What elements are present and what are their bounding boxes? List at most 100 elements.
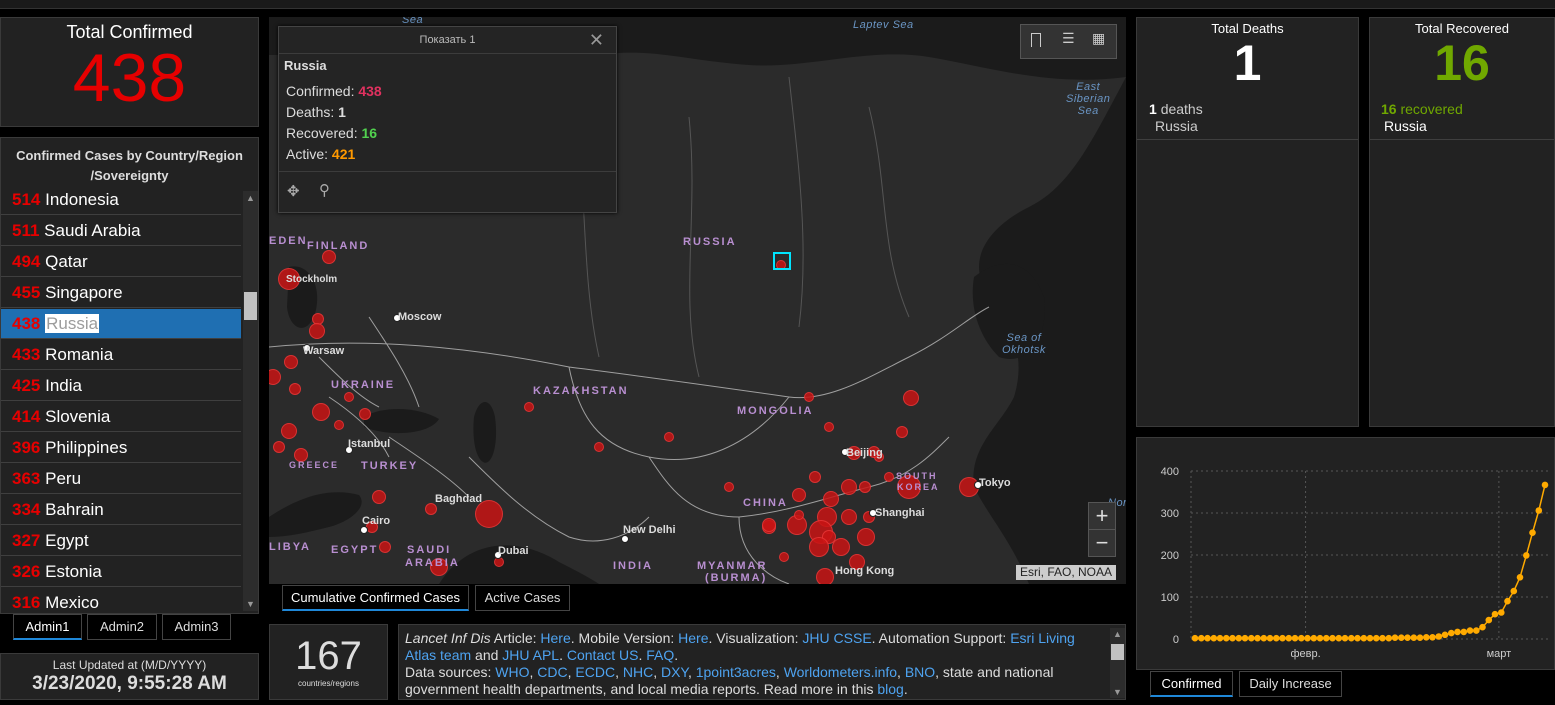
tab-daily-increase[interactable]: Daily Increase xyxy=(1239,671,1342,697)
case-marker[interactable] xyxy=(859,481,871,493)
link-cdc[interactable]: CDC xyxy=(537,664,567,680)
case-marker[interactable] xyxy=(809,471,821,483)
case-marker[interactable] xyxy=(823,491,839,507)
case-marker[interactable] xyxy=(322,250,336,264)
list-item-singapore[interactable]: 455 Singapore xyxy=(1,278,241,308)
list-item-mexico[interactable]: 316 Mexico xyxy=(1,588,241,613)
list-item-qatar[interactable]: 494 Qatar xyxy=(1,247,241,277)
link-jhu-csse[interactable]: JHU CSSE xyxy=(802,630,871,646)
case-marker[interactable] xyxy=(804,392,814,402)
list-item-egypt[interactable]: 327 Egypt xyxy=(1,526,241,556)
scroll-thumb[interactable] xyxy=(244,292,257,320)
info-scrollbar[interactable]: ▲ ▼ xyxy=(1110,628,1125,698)
case-marker[interactable] xyxy=(896,426,908,438)
case-marker[interactable] xyxy=(794,510,804,520)
case-marker[interactable] xyxy=(359,408,371,420)
close-icon[interactable]: ✕ xyxy=(589,27,604,53)
link-dxy[interactable]: DXY xyxy=(661,664,688,680)
list-item-slovenia[interactable]: 414 Slovenia xyxy=(1,402,241,432)
label-siberian: Siberian xyxy=(1066,93,1111,105)
list-item-bahrain[interactable]: 334 Bahrain xyxy=(1,495,241,525)
link-nhc[interactable]: NHC xyxy=(623,664,653,680)
deaths-country: Russia xyxy=(1155,118,1198,134)
link-contact-us[interactable]: Contact US xyxy=(567,647,639,663)
case-marker[interactable] xyxy=(594,442,604,452)
case-marker[interactable] xyxy=(779,552,789,562)
qr-icon[interactable]: ▦ xyxy=(1092,30,1105,47)
list-item-russia[interactable]: 438 Russia xyxy=(1,309,241,339)
case-marker[interactable] xyxy=(372,490,386,504)
zoom-in-button[interactable]: + xyxy=(1088,502,1116,530)
case-marker[interactable] xyxy=(841,509,857,525)
list-item-indonesia[interactable]: 514 Indonesia xyxy=(1,185,241,215)
data-point xyxy=(1354,634,1361,642)
scroll-up-arrow[interactable]: ▲ xyxy=(246,193,255,203)
link-faq[interactable]: FAQ xyxy=(646,647,674,663)
list-item-peru[interactable]: 363 Peru xyxy=(1,464,241,494)
case-marker[interactable] xyxy=(524,402,534,412)
popup-active-label: Active: xyxy=(286,146,329,162)
scroll-thumb[interactable] xyxy=(1111,644,1124,660)
case-marker[interactable] xyxy=(762,518,776,532)
bookmark-icon[interactable] xyxy=(1031,33,1041,47)
case-marker[interactable] xyxy=(281,423,297,439)
pan-icon[interactable]: ✥ xyxy=(287,182,300,200)
link-1point3acres[interactable]: 1point3acres xyxy=(696,664,776,680)
tab-admin3[interactable]: Admin3 xyxy=(162,614,231,640)
confirmed-line-chart: 400 300 200 100 0 февр. март xyxy=(1161,466,1549,660)
case-marker[interactable] xyxy=(816,568,834,584)
case-marker[interactable] xyxy=(884,472,894,482)
case-marker[interactable] xyxy=(273,441,285,453)
case-marker[interactable] xyxy=(792,488,806,502)
list-item-philippines[interactable]: 396 Philippines xyxy=(1,433,241,463)
data-point xyxy=(1441,631,1449,639)
case-marker[interactable] xyxy=(334,420,344,430)
country-list-scrollbar[interactable]: ▲ ▼ xyxy=(243,191,258,611)
tab-admin1[interactable]: Admin1 xyxy=(13,614,82,640)
case-marker[interactable] xyxy=(312,403,330,421)
case-marker[interactable] xyxy=(841,479,857,495)
list-item-value: 363 xyxy=(12,469,41,488)
tab-active-cases[interactable]: Active Cases xyxy=(475,585,570,611)
case-marker[interactable] xyxy=(832,538,850,556)
case-marker[interactable] xyxy=(289,383,301,395)
case-marker[interactable] xyxy=(284,355,298,369)
link-bno[interactable]: BNO xyxy=(905,664,935,680)
link-worldometers[interactable]: Worldometers.info xyxy=(784,664,897,680)
link-blog[interactable]: blog xyxy=(877,681,903,697)
data-point xyxy=(1229,634,1236,642)
case-marker[interactable] xyxy=(344,392,354,402)
last-updated-value: 3/23/2020, 9:55:28 AM xyxy=(32,673,227,694)
case-marker[interactable] xyxy=(809,537,829,557)
tab-cumulative-confirmed[interactable]: Cumulative Confirmed Cases xyxy=(282,585,469,611)
tab-admin2[interactable]: Admin2 xyxy=(87,614,157,640)
list-item-estonia[interactable]: 326 Estonia xyxy=(1,557,241,587)
list-icon[interactable]: ☰ xyxy=(1062,30,1075,47)
case-marker[interactable] xyxy=(269,369,281,385)
case-marker[interactable] xyxy=(309,323,325,339)
scroll-down-arrow[interactable]: ▼ xyxy=(1113,687,1122,697)
link-ecdc[interactable]: ECDC xyxy=(575,664,615,680)
data-point xyxy=(1198,634,1205,642)
case-marker[interactable] xyxy=(724,482,734,492)
link-jhu-apl[interactable]: JHU APL xyxy=(502,647,559,663)
list-item-saudi-arabia[interactable]: 511 Saudi Arabia xyxy=(1,216,241,246)
scroll-up-arrow[interactable]: ▲ xyxy=(1113,629,1122,639)
tab-confirmed-chart[interactable]: Confirmed xyxy=(1150,671,1233,697)
case-marker[interactable] xyxy=(857,528,875,546)
link-here-article[interactable]: Here xyxy=(540,630,570,646)
list-item-name: Bahrain xyxy=(45,500,104,519)
russia-highlight[interactable] xyxy=(773,252,791,270)
list-item-india[interactable]: 425 India xyxy=(1,371,241,401)
scroll-down-arrow[interactable]: ▼ xyxy=(246,599,255,609)
case-marker[interactable] xyxy=(824,422,834,432)
link-here-mobile[interactable]: Here xyxy=(678,630,708,646)
zoom-out-button[interactable]: − xyxy=(1088,529,1116,557)
zoom-to-icon[interactable]: ⚲ xyxy=(319,181,330,199)
case-marker[interactable] xyxy=(664,432,674,442)
case-marker[interactable] xyxy=(379,541,391,553)
list-item-name: Singapore xyxy=(45,283,123,302)
link-who[interactable]: WHO xyxy=(495,664,529,680)
case-marker[interactable] xyxy=(903,390,919,406)
list-item-romania[interactable]: 433 Romania xyxy=(1,340,241,370)
